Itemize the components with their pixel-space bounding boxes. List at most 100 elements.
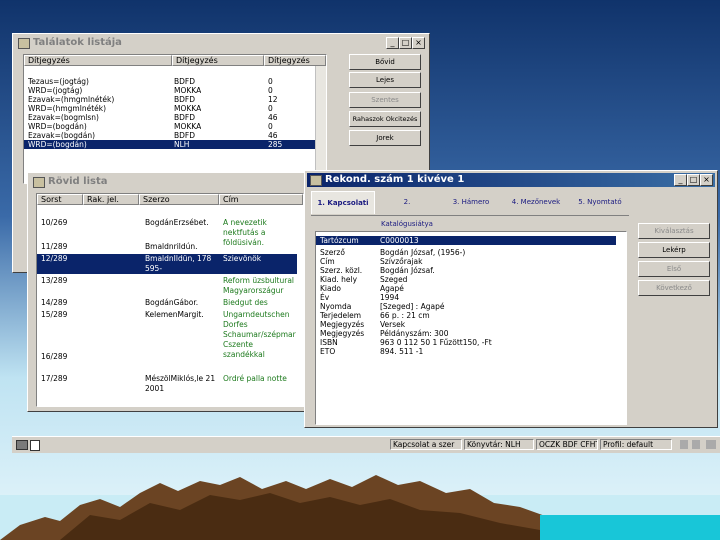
table-row[interactable]: Ezavak=(hmgmlnéték) BDFD 12	[24, 95, 316, 104]
results-button-3[interactable]: Szentes	[349, 92, 421, 108]
col-header-2[interactable]: Dítjegyzés	[172, 55, 264, 66]
table-row[interactable]: Ezavak=(bogdán) BDFD 46	[24, 131, 316, 140]
record-field[interactable]: Nyomda [Szeged] : Agapé	[316, 302, 616, 311]
tab-mezonevek[interactable]: 4. Mezőnevek	[505, 191, 567, 213]
record-field-value: 963 0 112 50 1 Fűzött150, -Ft	[380, 338, 492, 347]
results-title: Találatok listája	[33, 37, 122, 48]
statusbar-icon-3	[680, 440, 688, 449]
app-icon	[18, 38, 30, 49]
app-icon	[33, 177, 45, 188]
table-row[interactable]: Ezavak=(bogmlsn) BDFD 46	[24, 113, 316, 122]
status-profile: Profil: default	[600, 439, 672, 450]
record-button-2[interactable]: Lekérp	[638, 242, 710, 258]
record-button-1[interactable]: Kiválasztás	[638, 223, 710, 239]
list-cell: 14/289	[41, 298, 68, 307]
water	[540, 515, 720, 540]
minimize-icon[interactable]: _	[386, 37, 399, 49]
record-field-value: Agapé	[380, 284, 404, 293]
short-list-window: Rövid lista Sorst Rak. jel. Szerzo Cím 1…	[27, 172, 311, 412]
record-field-value: Példányszám: 300	[380, 329, 449, 338]
short-col-header-3[interactable]: Szerzo	[139, 194, 219, 205]
close-icon[interactable]: ×	[700, 174, 713, 186]
table-row[interactable]: WRD=(hmgmlnéték) MOKKA 0	[24, 104, 316, 113]
record-field-label: Szerz. közl.	[320, 266, 363, 275]
list-cell: 13/289	[41, 276, 68, 285]
short-col-header-4[interactable]: Cím	[219, 194, 303, 205]
record-field[interactable]: ETO 894. 511 -1	[316, 347, 616, 356]
record-field[interactable]: Terjedelem 66 p. : 21 cm	[316, 311, 616, 320]
list-item[interactable]: 10/269 BogdánErzsébet. A nevezetik nektfut…	[37, 218, 297, 247]
record-button-4[interactable]: Következő	[638, 280, 710, 296]
results-button-2[interactable]: Lejes	[349, 72, 421, 88]
record-field[interactable]: Kiado Agapé	[316, 284, 616, 293]
maximize-icon[interactable]: □	[687, 174, 700, 186]
list-item[interactable]: 11/289 Bmaldnrildún.	[37, 242, 297, 252]
tab-kapcsolati[interactable]: 1. Kapcsolati	[311, 191, 375, 214]
close-icon[interactable]: ×	[412, 37, 425, 49]
table-cell: BDFD	[174, 95, 196, 104]
table-cell: 285	[268, 140, 283, 149]
tab-katalogus[interactable]: 2. Katalógusiátya	[377, 191, 437, 228]
table-cell: WRD=(jogtág)	[28, 86, 83, 95]
record-field[interactable]: Cím Szívzőrajak	[316, 257, 616, 266]
table-cell: Tezaus=(jogtág)	[28, 77, 89, 86]
record-window: Rekond. szám 1 kivéve 1 _ □ × 1. Kapcsol…	[304, 170, 718, 428]
short-rows: 10/269 BogdánErzsébet. A nevezetik nektfut…	[37, 218, 303, 406]
table-row[interactable]: WRD=(bogdán) NLH 285	[24, 140, 316, 149]
list-cell: 11/289	[41, 242, 68, 251]
results-button-1[interactable]: Bővid	[349, 54, 421, 70]
tab-hamero[interactable]: 3. Hámero	[441, 191, 501, 213]
table-row[interactable]: Tezaus=(jogtág) BDFD 0	[24, 77, 316, 86]
short-list[interactable]: Sorst Rak. jel. Szerzo Cím 10/269 BogdánE…	[36, 193, 304, 407]
list-item[interactable]: 17/289 MészölMiklós,le 21 2001 Ordré palla…	[37, 374, 297, 396]
col-header-3[interactable]: Dítjegyzés	[264, 55, 326, 66]
list-cell: MészölMiklós,le 21 2001	[145, 374, 216, 393]
table-cell: Ezavak=(bogdán)	[28, 131, 96, 140]
list-cell: Reform üzsbultural Magyarországur	[223, 276, 295, 295]
results-list[interactable]: Dítjegyzés Dítjegyzés Dítjegyzés Tezaus=…	[23, 54, 327, 184]
list-item[interactable]: 15/289 KelemenMargit. Ungarndeutschen Dorf…	[37, 310, 297, 359]
maximize-icon[interactable]: □	[399, 37, 412, 49]
record-titlebar[interactable]: Rekond. szám 1 kivéve 1 _ □ ×	[307, 173, 715, 187]
minimize-icon[interactable]: _	[674, 174, 687, 186]
tab-nyomtato[interactable]: 5. Nyomtató	[571, 191, 629, 213]
short-col-header-1[interactable]: Sorst	[37, 194, 83, 205]
record-field-value: Szeged	[380, 275, 408, 284]
results-scrollbar[interactable]	[315, 66, 326, 183]
record-field[interactable]: Megjegyzés Példányszám: 300	[316, 329, 616, 338]
table-cell: WRD=(bogdán)	[28, 140, 87, 149]
short-col-header-2[interactable]: Rak. jel.	[83, 194, 139, 205]
results-button-4[interactable]: Rahaszok Okcitezés	[349, 111, 421, 127]
list-item[interactable]: 16/289	[37, 352, 297, 370]
table-cell: 0	[268, 77, 273, 86]
list-cell: 15/289	[41, 310, 68, 319]
record-field-label: Cím	[320, 257, 335, 266]
statusbar-icon-5	[706, 440, 716, 449]
table-row[interactable]: WRD=(bogdán) MOKKA 0	[24, 122, 316, 131]
record-field[interactable]: Szerz. közl. Bogdán Józsaf.	[316, 266, 616, 275]
app-icon	[310, 175, 322, 186]
record-field[interactable]: Év 1994	[316, 293, 616, 302]
table-row[interactable]: WRD=(jogtág) MOKKA 0	[24, 86, 316, 95]
record-button-3[interactable]: Első	[638, 261, 710, 277]
list-item[interactable]: 14/289 BogdánGábor. Biedgut des	[37, 298, 297, 308]
results-titlebar[interactable]: Találatok listája _ □ ×	[15, 36, 427, 50]
record-fields[interactable]: Tartózcum C0000013 Szerző Bogdán Józsaf, (1…	[315, 231, 627, 425]
record-field[interactable]: ISBN 963 0 112 50 1 Fűzött150, -Ft	[316, 338, 616, 347]
record-title: Rekond. szám 1 kivéve 1	[325, 174, 465, 185]
record-field[interactable]: Szerző Bogdán Józsaf, (1956-)	[316, 248, 616, 257]
record-field[interactable]: Tartózcum C0000013	[316, 236, 616, 245]
record-field[interactable]: Megjegyzés Versek	[316, 320, 616, 329]
results-button-5[interactable]: Jorek	[349, 130, 421, 146]
list-item[interactable]: 13/289 Reform üzsbultural Magyarországur	[37, 276, 297, 296]
table-cell: 0	[268, 86, 273, 95]
record-field[interactable]: Kiad. hely Szeged	[316, 275, 616, 284]
col-header-1[interactable]: Dítjegyzés	[24, 55, 172, 66]
list-cell: BmaldnIldün, 178 595-	[145, 254, 212, 273]
statusbar-icon-2	[30, 440, 40, 451]
short-list-titlebar[interactable]: Rövid lista	[30, 175, 308, 189]
list-item[interactable]: 12/289 BmaldnIldün, 178 595- Szievönök	[37, 254, 297, 274]
record-field-value: Szívzőrajak	[380, 257, 423, 266]
record-field-value: Versek	[380, 320, 406, 329]
list-cell: Ordré palla notte	[223, 374, 287, 383]
